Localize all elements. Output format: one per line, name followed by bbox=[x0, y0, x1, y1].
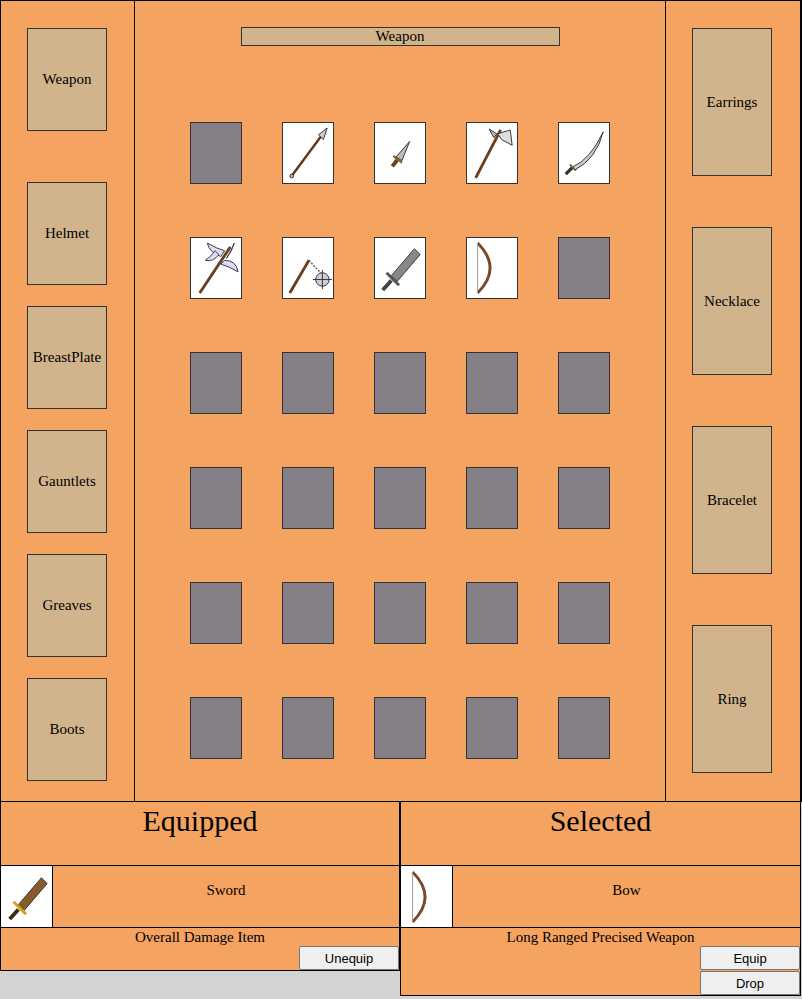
button-group: Unequip bbox=[1, 946, 399, 970]
item-name: Sword bbox=[53, 866, 399, 927]
inventory-cell[interactable] bbox=[466, 122, 518, 184]
item-description: Overall Damage Item bbox=[1, 928, 399, 946]
inventory-cell[interactable] bbox=[374, 697, 426, 759]
inventory-grid bbox=[190, 122, 610, 759]
inventory-cell[interactable] bbox=[374, 467, 426, 529]
selected-panel: SelectedBowLong Ranged Precised WeaponEq… bbox=[400, 802, 801, 996]
flail-icon bbox=[284, 239, 332, 297]
category-title: Weapon bbox=[241, 27, 560, 46]
inventory-cell[interactable] bbox=[190, 582, 242, 644]
inventory-cell[interactable] bbox=[466, 697, 518, 759]
inventory-cell[interactable] bbox=[374, 237, 426, 299]
equipment-slot[interactable]: BreastPlate bbox=[27, 306, 107, 409]
panel-title: Equipped bbox=[1, 802, 399, 866]
equipment-slot[interactable]: Weapon bbox=[27, 28, 107, 131]
inventory-cell[interactable] bbox=[282, 467, 334, 529]
inventory-cell[interactable] bbox=[190, 467, 242, 529]
inventory-cell[interactable] bbox=[466, 467, 518, 529]
inventory-cell[interactable] bbox=[282, 582, 334, 644]
bow-icon bbox=[403, 868, 451, 926]
inventory-cell[interactable] bbox=[282, 352, 334, 414]
inventory-cell[interactable] bbox=[466, 352, 518, 414]
equipment-slot[interactable]: Boots bbox=[27, 678, 107, 781]
inventory-cell[interactable] bbox=[190, 237, 242, 299]
equipment-slot[interactable]: Ring bbox=[692, 625, 772, 773]
inventory-cell[interactable] bbox=[190, 352, 242, 414]
inventory-cell[interactable] bbox=[558, 582, 610, 644]
item-icon-box bbox=[401, 866, 453, 927]
button-group: EquipDrop bbox=[401, 946, 800, 995]
item-name: Bow bbox=[453, 866, 800, 927]
panel-title: Selected bbox=[401, 802, 800, 866]
item-row: Sword bbox=[1, 866, 399, 928]
inventory-panel: Weapon bbox=[135, 1, 665, 801]
inventory-cell[interactable] bbox=[374, 582, 426, 644]
equipment-slot[interactable]: Necklace bbox=[692, 227, 772, 375]
inventory-cell[interactable] bbox=[558, 697, 610, 759]
inventory-cell[interactable] bbox=[282, 122, 334, 184]
item-icon-box bbox=[1, 866, 53, 927]
item-description: Long Ranged Precised Weapon bbox=[401, 928, 800, 946]
action-button[interactable]: Unequip bbox=[299, 946, 399, 970]
inventory-screen: Weapon Helmet BreastPlate Gauntlets Greaves B… bbox=[0, 0, 802, 996]
equipment-slot[interactable]: Bracelet bbox=[692, 426, 772, 574]
action-button[interactable]: Drop bbox=[700, 971, 800, 995]
equipment-slot[interactable]: Earrings bbox=[692, 28, 772, 176]
item-row: Bow bbox=[401, 866, 800, 928]
inventory-cell[interactable] bbox=[466, 237, 518, 299]
inventory-cell[interactable] bbox=[190, 697, 242, 759]
axe-icon bbox=[468, 124, 516, 182]
sword-icon bbox=[376, 239, 424, 297]
inventory-cell[interactable] bbox=[558, 467, 610, 529]
equipped-panel: EquippedSwordOverall Damage ItemUnequip bbox=[0, 802, 400, 971]
accessory-slots: Earrings Necklace Bracelet Ring bbox=[665, 1, 800, 801]
battleaxe-icon bbox=[192, 239, 240, 297]
inventory-cell[interactable] bbox=[190, 122, 242, 184]
inventory-cell[interactable] bbox=[558, 237, 610, 299]
scimitar-icon bbox=[560, 124, 608, 182]
inventory-cell[interactable] bbox=[558, 352, 610, 414]
armor-slots: Weapon Helmet BreastPlate Gauntlets Greaves B… bbox=[1, 1, 135, 801]
spear-icon bbox=[284, 124, 332, 182]
detail-area: EquippedSwordOverall Damage ItemUnequipS… bbox=[0, 802, 802, 996]
inventory-cell[interactable] bbox=[282, 237, 334, 299]
bow-icon bbox=[468, 239, 516, 297]
inventory-cell[interactable] bbox=[466, 582, 518, 644]
inventory-area: Weapon Helmet BreastPlate Gauntlets Greaves B… bbox=[0, 0, 802, 802]
inventory-cell[interactable] bbox=[374, 122, 426, 184]
inventory-cell[interactable] bbox=[282, 697, 334, 759]
equipment-slot[interactable]: Gauntlets bbox=[27, 430, 107, 533]
inventory-cell[interactable] bbox=[374, 352, 426, 414]
equipment-slot[interactable]: Helmet bbox=[27, 182, 107, 285]
equipment-slot[interactable]: Greaves bbox=[27, 554, 107, 657]
dagger-icon bbox=[376, 124, 424, 182]
sword-icon bbox=[3, 868, 51, 926]
inventory-cell[interactable] bbox=[558, 122, 610, 184]
action-button[interactable]: Equip bbox=[700, 946, 800, 970]
